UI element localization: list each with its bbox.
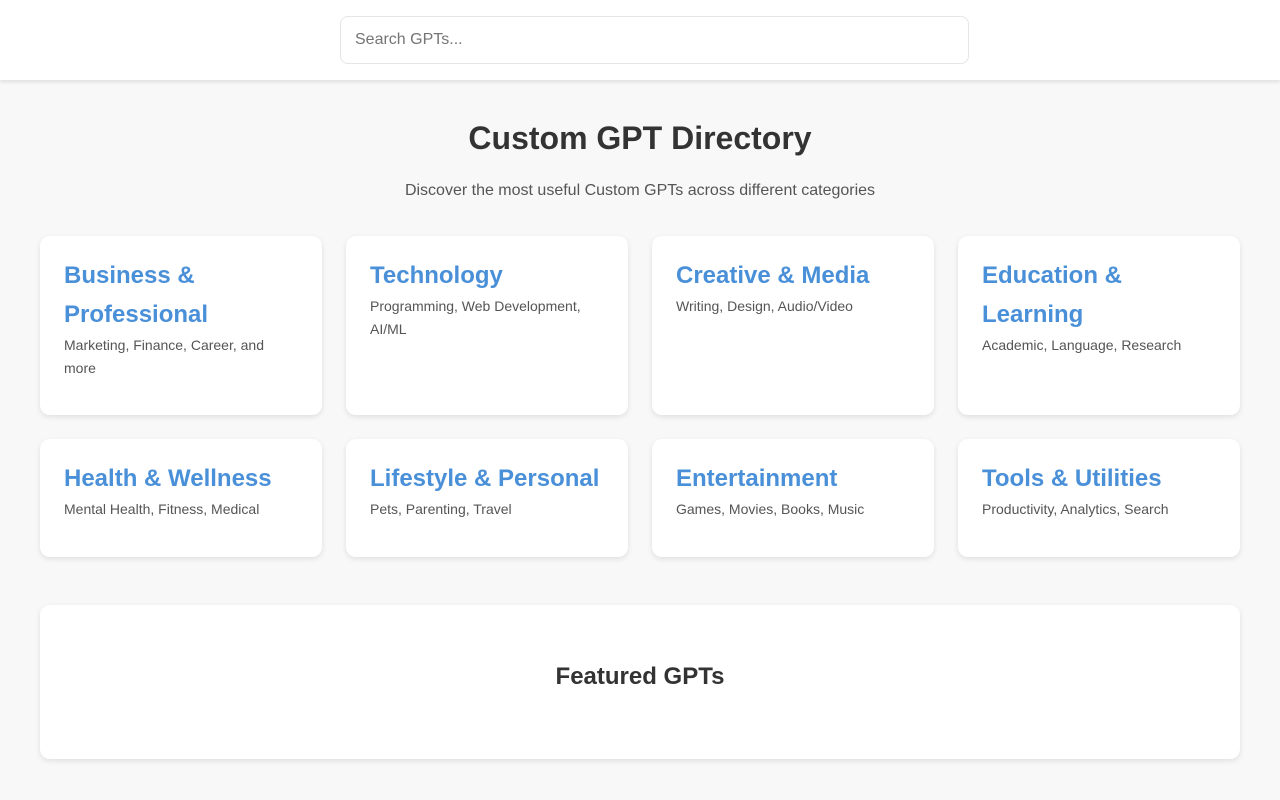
featured-title: Featured GPTs bbox=[555, 663, 725, 690]
category-card-creative-media[interactable]: Creative & Media Writing, Design, Audio/… bbox=[652, 236, 934, 415]
featured-section: Featured GPTs bbox=[40, 605, 1240, 759]
category-card-technology[interactable]: Technology Programming, Web Development,… bbox=[346, 236, 628, 415]
category-title[interactable]: Education & Learning bbox=[982, 256, 1216, 334]
category-card-health-wellness[interactable]: Health & Wellness Mental Health, Fitness… bbox=[40, 439, 322, 557]
category-card-entertainment[interactable]: Entertainment Games, Movies, Books, Musi… bbox=[652, 439, 934, 557]
category-title[interactable]: Health & Wellness bbox=[64, 459, 298, 498]
category-title[interactable]: Business & Professional bbox=[64, 256, 298, 334]
category-title[interactable]: Creative & Media bbox=[676, 256, 910, 295]
top-bar bbox=[0, 0, 1280, 80]
category-title[interactable]: Technology bbox=[370, 256, 604, 295]
category-title[interactable]: Tools & Utilities bbox=[982, 459, 1216, 498]
category-card-lifestyle-personal[interactable]: Lifestyle & Personal Pets, Parenting, Tr… bbox=[346, 439, 628, 557]
category-title[interactable]: Lifestyle & Personal bbox=[370, 459, 604, 498]
page-subtitle: Discover the most useful Custom GPTs acr… bbox=[404, 182, 876, 199]
category-card-tools-utilities[interactable]: Tools & Utilities Productivity, Analytic… bbox=[958, 439, 1240, 557]
category-description: Academic, Language, Research bbox=[982, 337, 1182, 353]
category-description: Pets, Parenting, Travel bbox=[370, 501, 512, 517]
category-description: Marketing, Finance, Career, and more bbox=[64, 337, 264, 376]
page-title: Custom GPT Directory bbox=[468, 120, 812, 156]
search-input[interactable] bbox=[340, 16, 969, 64]
category-title[interactable]: Entertainment bbox=[676, 459, 910, 498]
category-grid: Business & Professional Marketing, Finan… bbox=[40, 236, 1240, 557]
category-description: Programming, Web Development, AI/ML bbox=[370, 298, 581, 337]
category-card-education-learning[interactable]: Education & Learning Academic, Language,… bbox=[958, 236, 1240, 415]
category-description: Mental Health, Fitness, Medical bbox=[64, 501, 260, 517]
category-description: Games, Movies, Books, Music bbox=[676, 501, 865, 517]
category-description: Writing, Design, Audio/Video bbox=[676, 298, 853, 314]
category-description: Productivity, Analytics, Search bbox=[982, 501, 1169, 517]
category-card-business-professional[interactable]: Business & Professional Marketing, Finan… bbox=[40, 236, 322, 415]
